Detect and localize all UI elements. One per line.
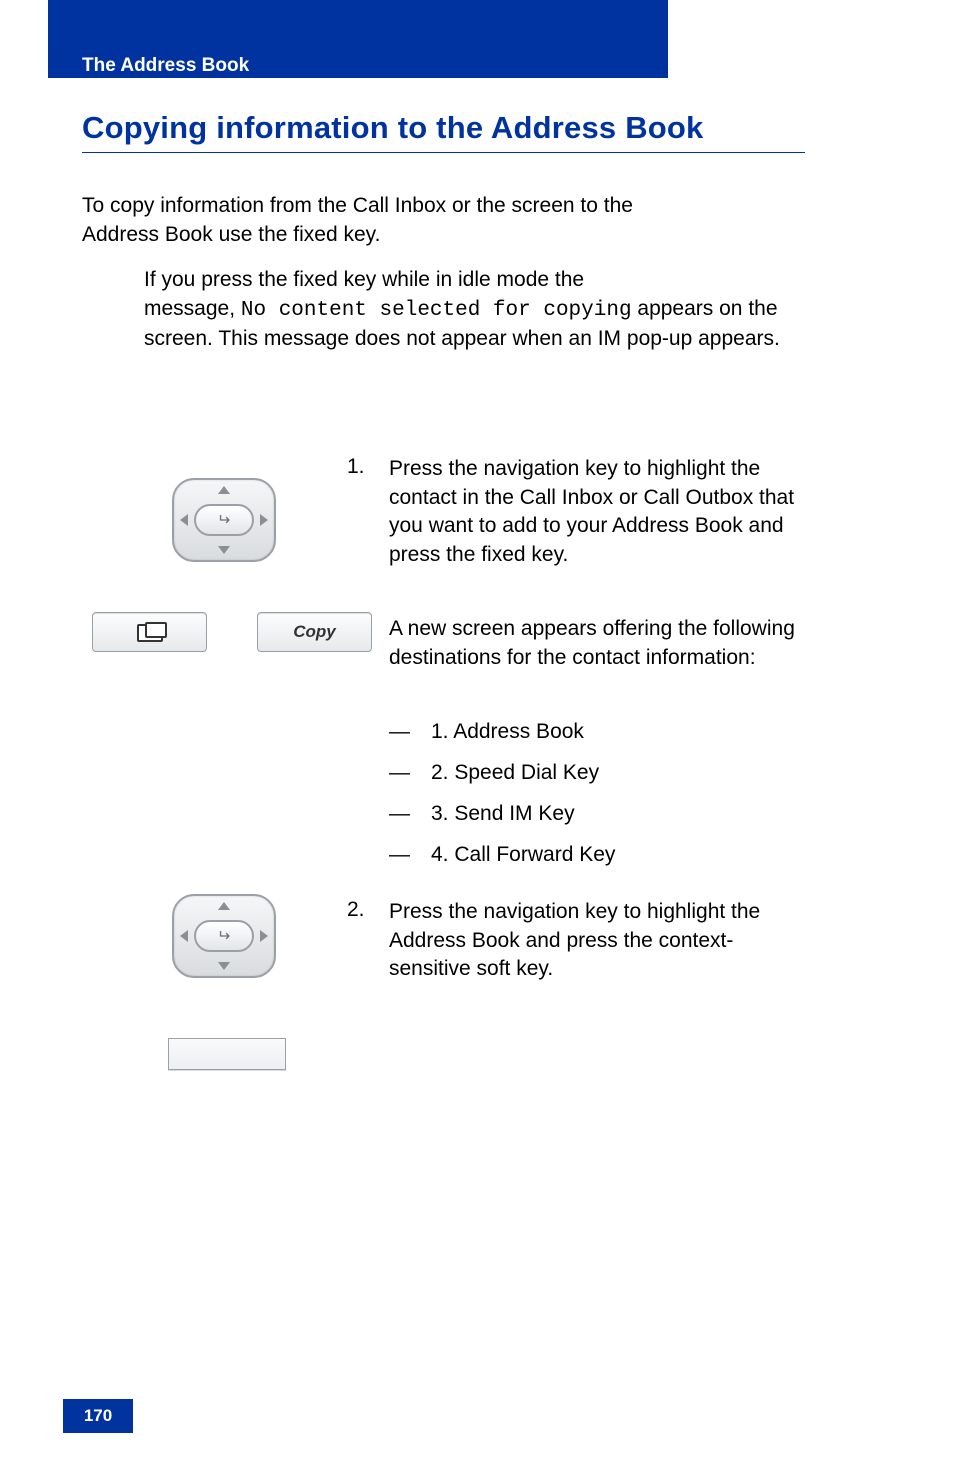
title-divider [82, 152, 805, 153]
intro-text-2: screen to the [512, 194, 633, 217]
step-2-body: Press the navigation key to highlight th… [389, 898, 804, 984]
note-2a: message, [144, 297, 241, 320]
copy-softkey-icon: Copy [257, 612, 372, 652]
note-1b: fixed key while in idle mode the [293, 268, 584, 291]
page-number: 170 [63, 1399, 133, 1433]
page-number-value: 170 [84, 1406, 112, 1426]
list-text: 4. Call Forward Key [431, 835, 615, 876]
list-dash: — [389, 794, 431, 835]
blank-softkey-icon [168, 1038, 286, 1070]
intro-text-1: To copy information from the Call Inbox … [82, 194, 512, 217]
enter-glyph-icon: ↵ [217, 510, 230, 530]
note-paragraph: If you press the fixed key while in idle… [144, 266, 804, 354]
note-2b: appears on the [632, 297, 778, 320]
list-dash: — [389, 712, 431, 753]
list-item: — 3. Send IM Key [389, 794, 804, 835]
step-1-body: Press the navigation key to highlight th… [389, 455, 804, 569]
list-item: — 4. Call Forward Key [389, 835, 804, 876]
copy-softkey-label: Copy [293, 622, 336, 642]
enter-glyph-icon: ↵ [217, 926, 230, 946]
step1-c: fixed key. [481, 543, 568, 566]
running-header: The Address Book [82, 55, 249, 77]
list-text: 2. Speed Dial Key [431, 753, 599, 794]
step1-a: Press the [389, 457, 484, 480]
list-dash: — [389, 835, 431, 876]
list-item: — 1. Address Book [389, 712, 804, 753]
step-1-follow-paragraph: A new screen appears offering the follow… [389, 615, 804, 672]
destination-list: — 1. Address Book — 2. Speed Dial Key — … [389, 712, 804, 876]
step-1-number: 1. [347, 455, 365, 479]
softkey-row: Copy [92, 612, 372, 652]
note-mono: No content selected for copying [241, 299, 632, 322]
intro-text-3: Address Book use the [82, 223, 293, 246]
folder-icon [137, 622, 163, 642]
directory-softkey-icon [92, 612, 207, 652]
intro-text-4: fixed key. [293, 223, 380, 246]
step-2-number: 2. [347, 898, 365, 922]
list-text: 3. Send IM Key [431, 794, 575, 835]
note-1a: If you press the [144, 268, 293, 291]
list-dash: — [389, 753, 431, 794]
list-item: — 2. Speed Dial Key [389, 753, 804, 794]
intro-paragraph: To copy information from the Call Inbox … [82, 192, 802, 249]
navigation-key-icon: ↵ [172, 894, 276, 978]
list-text: 1. Address Book [431, 712, 584, 753]
page-title: Copying information to the Address Book [82, 110, 704, 146]
page: The Address Book Copying information to … [0, 0, 954, 1475]
step2-a: Press the [389, 900, 484, 923]
note-3: screen. This message does not appear whe… [144, 327, 780, 350]
navigation-key-icon: ↵ [172, 478, 276, 562]
